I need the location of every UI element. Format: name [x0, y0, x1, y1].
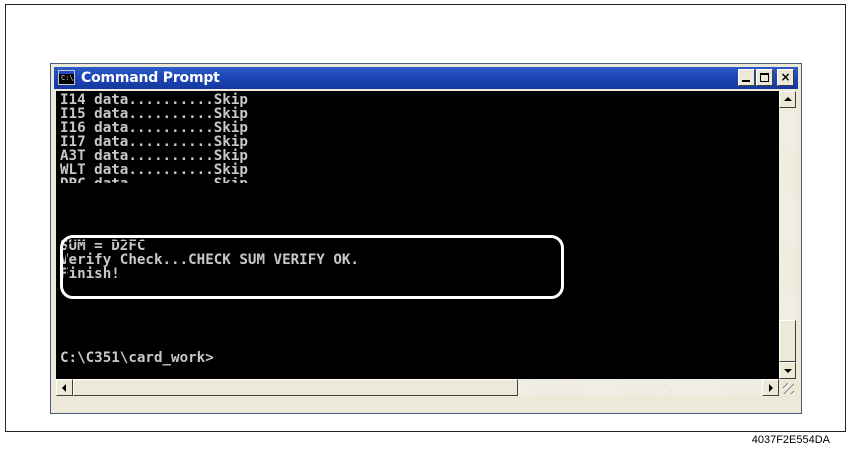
- window-title: Command Prompt: [81, 70, 220, 86]
- scroll-down-button[interactable]: [779, 362, 796, 379]
- resize-grip[interactable]: [779, 379, 796, 396]
- console-icon[interactable]: C:\: [58, 70, 75, 85]
- console-line: I15 data..........Skip: [60, 106, 248, 122]
- minimize-icon: [742, 80, 750, 82]
- console-line-partial: DPC data..........Skip: [60, 177, 248, 183]
- arrow-up-icon: [784, 97, 792, 101]
- scroll-up-button[interactable]: [779, 91, 796, 108]
- arrow-down-icon: [784, 369, 792, 373]
- console-output[interactable]: I14 data..........Skip I15 data.........…: [56, 91, 779, 379]
- arrow-left-icon: [62, 384, 66, 392]
- maximize-button[interactable]: [756, 69, 773, 86]
- arrow-right-icon: [769, 384, 773, 392]
- scroll-left-button[interactable]: [56, 379, 73, 396]
- scroll-right-button[interactable]: [762, 379, 779, 396]
- title-bar[interactable]: C:\ Command Prompt ×: [54, 67, 798, 89]
- console-icon-glyph: C:\: [61, 74, 74, 82]
- minimize-button[interactable]: [738, 69, 755, 86]
- console-line: WLT data..........Skip: [60, 162, 248, 178]
- console-line: I16 data..........Skip: [60, 120, 248, 136]
- horizontal-scrollbar[interactable]: [56, 379, 779, 396]
- console-line: I17 data..........Skip: [60, 134, 248, 150]
- figure-id: 4037F2E554DA: [751, 434, 830, 446]
- vertical-scroll-thumb[interactable]: [779, 320, 796, 362]
- console-line: I14 data..........Skip: [60, 92, 248, 108]
- close-icon: ×: [780, 70, 791, 84]
- vertical-scrollbar[interactable]: [779, 91, 796, 379]
- close-button[interactable]: ×: [777, 69, 794, 86]
- highlight-frame: [60, 235, 564, 299]
- command-prompt-window: C:\ Command Prompt × I14 data..........S…: [50, 63, 802, 414]
- console-line: A3T data..........Skip: [60, 148, 248, 164]
- maximize-icon: [760, 73, 769, 82]
- command-prompt-line: C:\C351\card_work>: [60, 350, 214, 366]
- horizontal-scroll-thumb[interactable]: [73, 379, 518, 396]
